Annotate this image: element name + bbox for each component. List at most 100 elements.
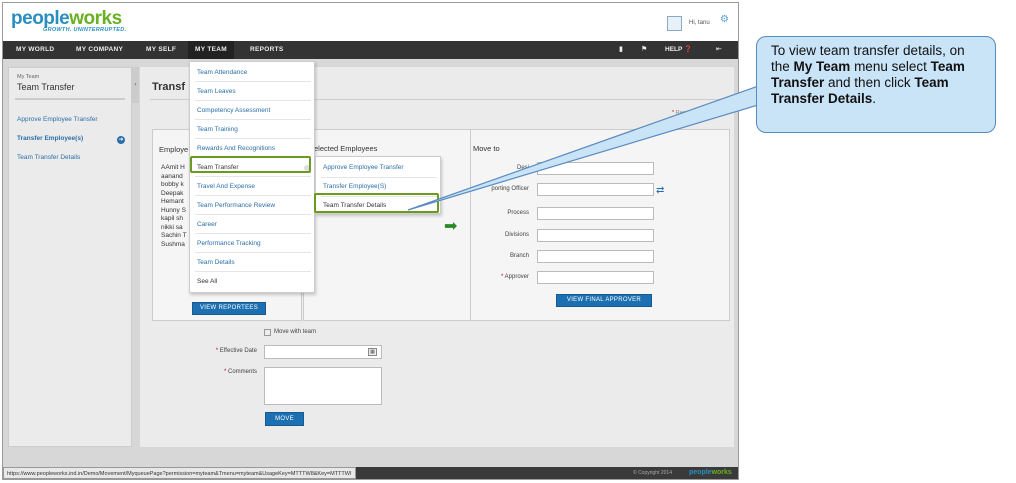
view-reportees-button[interactable]: VIEW REPORTEES (192, 302, 266, 315)
designation-field[interactable] (537, 162, 654, 175)
move-with-team-checkbox[interactable] (264, 329, 271, 336)
callout-text: and then click (824, 75, 915, 90)
menu-item-competency-assessment[interactable]: Competency Assessment (197, 107, 270, 114)
team-transfer-highlight (190, 156, 311, 173)
list-item[interactable]: kapil sh (161, 215, 187, 224)
menu-divider (195, 233, 311, 234)
refresh-icon[interactable]: ⇄ (656, 185, 664, 196)
approver-label: * Approver (459, 274, 529, 280)
menu-item-team-leaves[interactable]: Team Leaves (197, 88, 236, 95)
menu-item-travel-expense[interactable]: Travel And Expense (197, 183, 255, 190)
help-button[interactable]: HELP ❓ (665, 41, 692, 59)
reporting-officer-field[interactable] (537, 183, 654, 196)
menu-divider (195, 119, 311, 120)
nav-my-self[interactable]: MY SELF (146, 41, 176, 59)
list-item[interactable]: Deepak (161, 190, 187, 199)
logo-part: ople (697, 469, 712, 476)
menu-item-performance-tracking[interactable]: Performance Tracking (197, 240, 261, 247)
menu-item-team-details[interactable]: Team Details (197, 259, 235, 266)
menu-item-career[interactable]: Career (197, 221, 217, 228)
greeting: Hi, tanu (689, 20, 710, 26)
sidebar-item-transfer-details[interactable]: Team Transfer Details (17, 154, 80, 161)
tutorial-callout: To view team transfer details, on the My… (756, 36, 996, 133)
designation-label: Desi (516, 165, 529, 171)
arrow-right-icon: ➜ (117, 136, 125, 144)
list-item[interactable]: bobby k (161, 181, 187, 190)
copyright: © Copyright 2014 (633, 470, 672, 476)
list-item[interactable]: Sushma (161, 241, 187, 250)
list-item[interactable]: nikki sa (161, 224, 187, 233)
menu-divider (195, 214, 311, 215)
selected-box-title: elected Employees (314, 144, 378, 153)
sidebar-crumb: My Team (17, 74, 40, 80)
menu-item-team-attendance[interactable]: Team Attendance (197, 69, 247, 76)
help-icon: ❓ (684, 46, 693, 53)
logo-part: pe (11, 8, 33, 29)
list-item[interactable]: aanand (161, 173, 187, 182)
menu-divider (195, 100, 311, 101)
employees-list[interactable]: AAmit H aanand bobby k Deepak Hemant Hun… (161, 164, 187, 249)
divisions-field[interactable] (537, 229, 654, 242)
logo-part: ople (32, 8, 70, 29)
move-with-team-label: Move with team (274, 329, 317, 335)
branch-label: Branch (509, 253, 529, 259)
move-arrow-icon[interactable]: ➡ (444, 216, 457, 236)
effective-date-field[interactable] (264, 345, 382, 359)
main-nav: MY WORLD MY COMPANY MY SELF MY TEAM REPO… (3, 41, 738, 59)
sidebar-item-transfer-employees[interactable]: Transfer Employee(s) (17, 135, 83, 142)
menu-item-rewards[interactable]: Rewards And Recognitions (197, 145, 275, 152)
approver-label-text: Approver (504, 274, 529, 280)
submenu-item-transfer-employees[interactable]: Transfer Employee(S) (323, 183, 386, 190)
process-label: Process (507, 210, 529, 216)
sidebar: My Team Team Transfer Approve Employee T… (8, 67, 132, 447)
comments-textarea[interactable] (264, 367, 382, 405)
menu-divider (195, 252, 311, 253)
menu-divider (195, 271, 311, 272)
submenu-item-approve-transfer[interactable]: Approve Employee Transfer (323, 164, 404, 171)
flag-icon[interactable]: ⚑ (641, 41, 647, 59)
logo-o-icon: o (83, 8, 96, 29)
logo-part: rks (721, 469, 732, 476)
nav-my-team[interactable]: MY TEAM (188, 41, 234, 59)
status-url: https://www.peopleworks.ind.in/Demo/Move… (3, 467, 356, 479)
sidebar-item-approve-transfer[interactable]: Approve Employee Transfer (17, 116, 98, 123)
list-item[interactable]: Sachin T (161, 232, 187, 241)
sidebar-divider (15, 98, 125, 100)
comments-label-text: Comments (227, 369, 257, 375)
calendar-icon[interactable]: ▦ (368, 348, 377, 356)
app-window: peopleworks GROWTH. UNINTERRUPTED. Hi, t… (2, 2, 739, 480)
branch-field[interactable] (537, 250, 654, 263)
help-label: HELP (665, 46, 683, 53)
callout-text: menu select (850, 59, 931, 74)
list-item[interactable]: Hemant (161, 198, 187, 207)
avatar[interactable] (667, 16, 682, 31)
process-field[interactable] (537, 207, 654, 220)
menu-item-team-training[interactable]: Team Training (197, 126, 238, 133)
callout-text: . (872, 91, 877, 106)
menu-divider (195, 81, 311, 82)
menu-divider (195, 195, 311, 196)
collapse-sidebar-button[interactable]: ‹ (132, 67, 139, 103)
view-final-approver-button[interactable]: VIEW FINAL APPROVER (556, 294, 652, 307)
move-to-box: Move to (470, 129, 730, 321)
menu-toggle-icon[interactable]: ⇤ (716, 41, 722, 59)
nav-my-world[interactable]: MY WORLD (16, 41, 54, 59)
menu-divider (321, 177, 437, 178)
menu-item-performance-review[interactable]: Team Performance Review (197, 202, 275, 209)
gear-icon[interactable]: ⚙ (720, 14, 729, 25)
move-button[interactable]: MOVE (265, 412, 304, 426)
logo-part: rks (94, 8, 123, 29)
list-item[interactable]: Hunny S (161, 207, 187, 216)
approver-field[interactable] (537, 271, 654, 284)
book-icon[interactable]: ▮ (619, 41, 623, 59)
status-bar: https://www.peopleworks.ind.in/Demo/Move… (3, 467, 738, 479)
effective-date-label: * Effective Date (187, 348, 257, 354)
employees-box-title: Employe (159, 145, 189, 154)
effective-date-label-text: Effective Date (219, 348, 257, 354)
list-item[interactable]: AAmit H (161, 164, 187, 173)
nav-my-company[interactable]: MY COMPANY (76, 41, 123, 59)
menu-item-see-all[interactable]: See All (197, 278, 217, 285)
logo-part: w (69, 8, 84, 29)
nav-reports[interactable]: REPORTS (250, 41, 284, 59)
my-team-menu: Team Attendance Team Leaves Competency A… (189, 61, 315, 293)
